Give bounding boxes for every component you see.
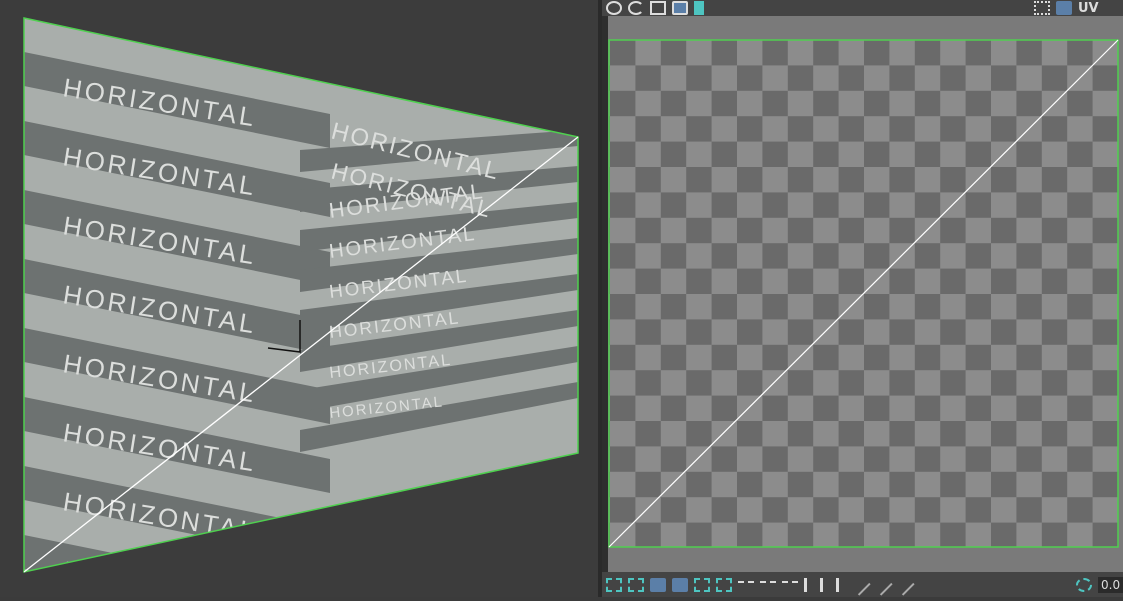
- frame-icon[interactable]: [672, 1, 688, 15]
- uv-bottom-toolbar: 0.0: [602, 572, 1123, 597]
- grow-selection-icon[interactable]: [694, 578, 710, 592]
- uv-editor: UV 0.0: [602, 0, 1123, 597]
- vertical-add-icon[interactable]: [820, 578, 830, 592]
- triangle-select-icon[interactable]: [628, 578, 644, 592]
- horizontal-label: HORIZONTAL: [61, 555, 259, 597]
- edge-add-icon[interactable]: [760, 581, 776, 589]
- 3d-viewport[interactable]: HORIZONTAL HORIZONTAL HORIZONTAL HORIZONTAL…: [0, 0, 598, 597]
- scale-icon[interactable]: [650, 1, 666, 15]
- uv-label: UV: [1078, 0, 1099, 16]
- cube-icon[interactable]: [672, 578, 688, 592]
- edge-remove-icon[interactable]: [782, 581, 798, 589]
- mirror-icon[interactable]: [694, 1, 704, 15]
- shrink-selection-icon[interactable]: [716, 578, 732, 592]
- vertical-icon[interactable]: [804, 578, 814, 592]
- edge-loop-icon[interactable]: [738, 581, 754, 589]
- rotate-icon[interactable]: [628, 1, 644, 15]
- value-field[interactable]: 0.0: [1098, 577, 1123, 593]
- move-icon[interactable]: [606, 1, 622, 15]
- brush-icon[interactable]: [849, 574, 871, 596]
- checker-toggle-icon[interactable]: [1056, 1, 1072, 15]
- plane-mesh[interactable]: HORIZONTALHORIZONTALHORIZONTALHORIZONTAL…: [0, 0, 598, 597]
- vertical-remove-icon[interactable]: [836, 578, 846, 592]
- pivot-icon[interactable]: [1076, 578, 1092, 592]
- uv-top-toolbar: UV: [602, 0, 1123, 16]
- brush-add-icon[interactable]: [871, 574, 893, 596]
- checker-small-icon[interactable]: [1034, 1, 1050, 15]
- face-icon[interactable]: [650, 578, 666, 592]
- uv-canvas[interactable]: [602, 16, 1123, 572]
- brush-remove-icon[interactable]: [893, 574, 915, 596]
- snap-points-icon[interactable]: [606, 578, 622, 592]
